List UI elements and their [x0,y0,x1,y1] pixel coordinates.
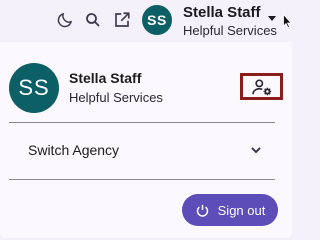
divider [9,122,275,123]
manage-account-button[interactable] [240,73,283,100]
avatar[interactable]: SS [142,5,172,35]
caret-down-icon[interactable] [268,16,276,21]
switch-agency-label: Switch Agency [28,142,120,158]
switch-agency-dropdown[interactable]: Switch Agency [9,131,275,169]
power-icon [196,204,208,217]
manage-account-icon [251,78,271,95]
open-in-new-icon[interactable] [111,9,133,31]
profile-name: Stella Staff [69,70,142,86]
org-name[interactable]: Helpful Services [183,23,277,38]
profile-org: Helpful Services [69,90,163,105]
sign-out-label: Sign out [217,202,266,218]
chevron-down-icon [251,147,261,154]
divider [9,179,275,180]
profile-avatar: SS [9,63,59,113]
sign-out-button[interactable]: Sign out [182,194,278,226]
search-icon[interactable] [82,9,104,31]
moon-icon[interactable] [54,9,76,31]
top-app-bar: SS Stella Staff Helpful Services [0,0,292,42]
mouse-cursor-icon [283,14,292,28]
user-name[interactable]: Stella Staff [183,4,261,21]
